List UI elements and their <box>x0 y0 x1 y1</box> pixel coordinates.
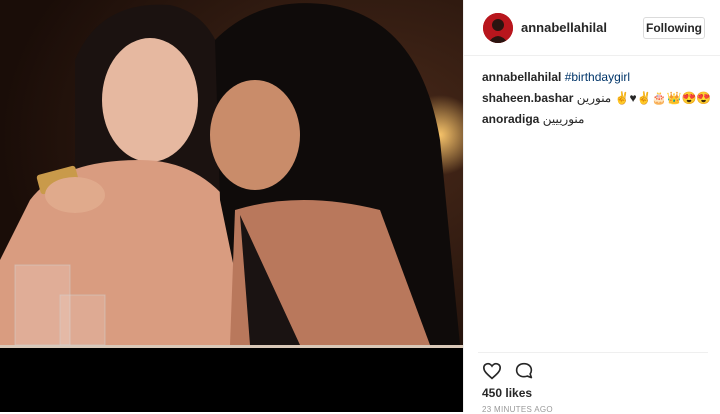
likes-count[interactable]: 450 likes <box>482 386 532 400</box>
hashtag-link[interactable]: #birthdaygirl <box>565 70 630 84</box>
comment-text: منورييين <box>542 112 585 126</box>
comment-username[interactable]: shaheen.bashar <box>482 91 573 105</box>
comment-username[interactable]: annabellahilal <box>482 70 561 84</box>
post-timestamp: 23 MINUTES AGO <box>482 405 553 414</box>
list-item: shaheen.bashar منورين ✌♥✌🎂👑😍😍 <box>482 88 712 109</box>
divider <box>478 352 708 353</box>
list-item: anoradiga منورييين <box>482 109 712 130</box>
comment-icon[interactable] <box>514 362 534 385</box>
post-sidebar: annabellahilal Following annabellahilal … <box>463 0 720 414</box>
list-item: annabellahilal #birthdaygirl <box>482 67 712 88</box>
comment-username[interactable]: anoradiga <box>482 112 539 126</box>
photo-illustration <box>0 0 463 412</box>
comment-list: annabellahilal #birthdaygirl shaheen.bas… <box>482 67 712 130</box>
post-photo[interactable] <box>0 0 463 412</box>
post-header: annabellahilal Following <box>464 0 720 56</box>
comment-text: منورين ✌♥✌🎂👑😍😍 <box>576 91 712 105</box>
heart-icon[interactable] <box>482 362 502 385</box>
avatar-image <box>483 13 513 43</box>
post-username[interactable]: annabellahilal <box>521 20 607 35</box>
following-button[interactable]: Following <box>643 17 705 39</box>
avatar[interactable] <box>483 13 513 43</box>
